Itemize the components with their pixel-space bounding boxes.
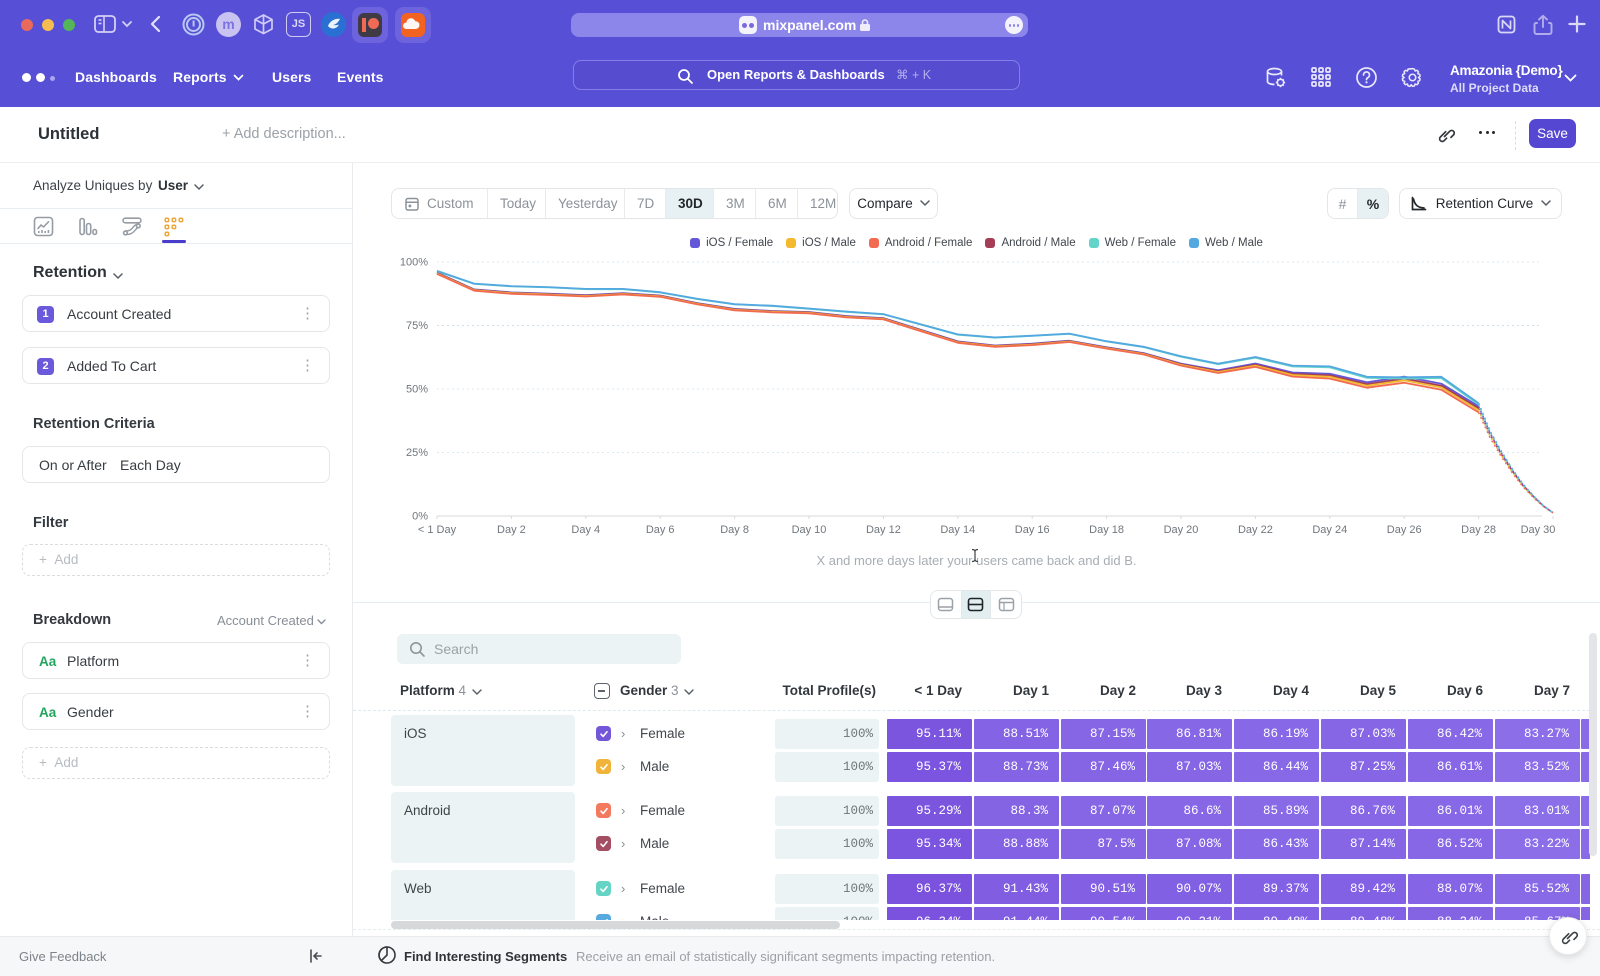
svg-text:Day 30: Day 30 <box>1521 524 1556 536</box>
svg-text:Day 20: Day 20 <box>1164 524 1199 536</box>
svg-text:Day 12: Day 12 <box>866 524 901 536</box>
svg-text:Day 22: Day 22 <box>1238 524 1273 536</box>
svg-text:< 1 Day: < 1 Day <box>418 524 457 536</box>
svg-text:Day 8: Day 8 <box>720 524 749 536</box>
svg-text:0%: 0% <box>412 511 428 523</box>
svg-text:50%: 50% <box>406 384 428 396</box>
svg-text:25%: 25% <box>406 447 428 459</box>
svg-text:Day 14: Day 14 <box>940 524 975 536</box>
svg-text:Day 10: Day 10 <box>792 524 827 536</box>
svg-text:100%: 100% <box>400 257 428 269</box>
svg-text:Day 6: Day 6 <box>646 524 675 536</box>
svg-text:Day 4: Day 4 <box>571 524 600 536</box>
svg-text:Day 2: Day 2 <box>497 524 526 536</box>
svg-text:Day 26: Day 26 <box>1387 524 1422 536</box>
svg-text:75%: 75% <box>406 320 428 332</box>
svg-text:Day 24: Day 24 <box>1312 524 1347 536</box>
svg-text:Day 16: Day 16 <box>1015 524 1050 536</box>
svg-text:Day 28: Day 28 <box>1461 524 1496 536</box>
svg-text:Day 18: Day 18 <box>1089 524 1124 536</box>
